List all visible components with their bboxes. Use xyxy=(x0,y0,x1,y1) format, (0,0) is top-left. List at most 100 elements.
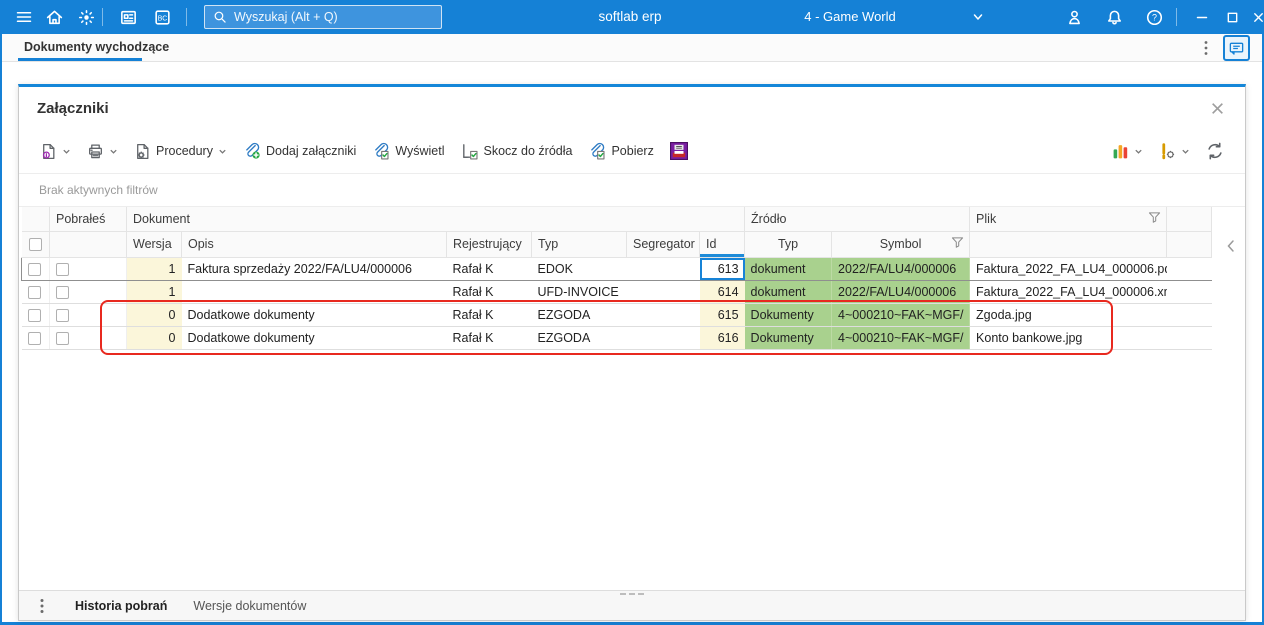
procedures-button[interactable]: Procedury xyxy=(129,139,232,164)
company-chevron-down-icon[interactable] xyxy=(966,5,990,29)
home-icon[interactable] xyxy=(42,5,66,29)
group-header-zrodlo[interactable]: Źródło xyxy=(744,207,971,232)
select-all-header[interactable] xyxy=(21,231,50,258)
group-header-plik[interactable]: Plik xyxy=(969,207,1168,232)
cell-pobrales-checkbox[interactable] xyxy=(49,326,127,350)
cell-plik[interactable]: Faktura_2022_FA_LU4_000006.xml xyxy=(969,280,1167,304)
row-select-checkbox[interactable] xyxy=(27,285,41,299)
pobrales-checkbox[interactable] xyxy=(56,262,69,276)
cell-pobrales-checkbox[interactable] xyxy=(49,303,127,327)
cell-row-select-checkbox[interactable] xyxy=(21,256,50,281)
dialog-close-icon[interactable] xyxy=(1207,98,1227,118)
cell-rejestrujacy[interactable]: Rafał K xyxy=(446,280,532,304)
cell-wersja[interactable]: 1 xyxy=(126,256,182,281)
cell-opis[interactable] xyxy=(181,280,447,304)
row-select-checkbox[interactable] xyxy=(27,331,41,345)
cell-rejestrujacy[interactable]: Rafał K xyxy=(446,303,532,327)
cell-id[interactable]: 615 xyxy=(699,303,745,327)
print-button[interactable] xyxy=(82,139,123,164)
company-selector[interactable]: 4 - Game World xyxy=(740,0,960,34)
cell-opis[interactable]: Dodatkowe dokumenty xyxy=(181,326,447,350)
hamburger-menu-icon[interactable] xyxy=(12,5,36,29)
news-icon[interactable] xyxy=(116,5,140,29)
cell-zrodlo-typ[interactable]: dokument xyxy=(744,280,833,304)
table-row[interactable]: 1 Rafał K UFD-INVOICE 614 dokument 2022/FA/LU… xyxy=(21,280,1212,304)
splitter-drag-handle[interactable] xyxy=(620,593,644,595)
cell-row-select-checkbox[interactable] xyxy=(21,303,50,327)
cell-wersja[interactable]: 0 xyxy=(126,303,182,327)
bottom-kebab-icon[interactable] xyxy=(35,598,49,614)
cell-zrodlo-symbol[interactable]: 4~000210~FAK~MGF/ xyxy=(831,326,971,350)
minimize-button[interactable] xyxy=(1190,5,1214,29)
cell-zrodlo-typ[interactable]: Dokumenty xyxy=(744,303,833,327)
column-zrodlo-typ[interactable]: Typ xyxy=(744,231,833,258)
theme-icon[interactable] xyxy=(74,5,98,29)
tab-historia-pobran[interactable]: Historia pobrań xyxy=(75,599,167,613)
refresh-button[interactable] xyxy=(1201,138,1229,164)
tab-options-kebab-icon[interactable] xyxy=(1198,39,1214,57)
cell-cell-filler[interactable] xyxy=(1166,256,1212,281)
feedback-chat-button[interactable] xyxy=(1223,35,1250,61)
search-input[interactable]: Wyszukaj (Alt + Q) xyxy=(204,5,442,29)
new-document-button[interactable] xyxy=(35,139,76,164)
cell-rejestrujacy[interactable]: Rafał K xyxy=(446,326,532,350)
cell-plik[interactable]: Zgoda.jpg xyxy=(969,303,1167,327)
pobrales-checkbox[interactable] xyxy=(56,331,69,345)
column-typ[interactable]: Typ xyxy=(531,231,627,258)
cell-rejestrujacy[interactable]: Rafał K xyxy=(446,256,532,281)
close-window-button[interactable] xyxy=(1246,5,1264,29)
scan-device-button[interactable] xyxy=(665,138,693,164)
cell-segregator[interactable] xyxy=(626,256,700,281)
chart-view-button[interactable] xyxy=(1107,139,1148,164)
cell-wersja[interactable]: 1 xyxy=(126,280,182,304)
cell-wersja[interactable]: 0 xyxy=(126,326,182,350)
column-opis[interactable]: Opis xyxy=(181,231,447,258)
cell-plik[interactable]: Konto bankowe.jpg xyxy=(969,326,1167,350)
table-row[interactable]: 0 Dodatkowe dokumenty Rafał K EZGODA 616 Doku… xyxy=(21,326,1212,350)
cell-id[interactable]: 613 xyxy=(699,256,745,281)
group-header-dokument[interactable]: Dokument xyxy=(126,207,746,232)
help-icon[interactable]: ? xyxy=(1142,5,1166,29)
cell-opis[interactable]: Faktura sprzedaży 2022/FA/LU4/000006 xyxy=(181,256,447,281)
cell-zrodlo-symbol[interactable]: 2022/FA/LU4/000006 xyxy=(831,256,971,281)
select-all-checkbox[interactable] xyxy=(28,238,42,252)
cell-zrodlo-symbol[interactable]: 4~000210~FAK~MGF/ xyxy=(831,303,971,327)
cell-typ[interactable]: EZGODA xyxy=(531,303,627,327)
pobrales-checkbox[interactable] xyxy=(56,308,69,322)
cell-cell-filler[interactable] xyxy=(1166,326,1212,350)
symbol-filter-icon[interactable] xyxy=(951,237,964,252)
cell-opis[interactable]: Dodatkowe dokumenty xyxy=(181,303,447,327)
table-row[interactable]: 1 Faktura sprzedaży 2022/FA/LU4/000006 Raf… xyxy=(21,256,1212,281)
column-segregator[interactable]: Segregator xyxy=(626,231,700,258)
cell-zrodlo-typ[interactable]: Dokumenty xyxy=(744,326,833,350)
row-select-checkbox[interactable] xyxy=(28,262,41,276)
column-id[interactable]: Id xyxy=(699,231,746,258)
group-header-pobrales[interactable]: Pobrałeś xyxy=(49,207,127,232)
table-row[interactable]: 0 Dodatkowe dokumenty Rafał K EZGODA 615 Doku… xyxy=(21,303,1212,327)
cell-id[interactable]: 614 xyxy=(699,280,745,304)
plik-filter-icon[interactable] xyxy=(1148,211,1161,226)
cell-typ[interactable]: UFD-INVOICE xyxy=(531,280,627,304)
cell-row-select-checkbox[interactable] xyxy=(21,326,50,350)
cell-pobrales-checkbox[interactable] xyxy=(49,280,127,304)
cell-typ[interactable]: EDOK xyxy=(531,256,627,281)
cell-cell-filler[interactable] xyxy=(1166,280,1212,304)
download-button[interactable]: Pobierz xyxy=(583,138,658,164)
column-rejestrujacy[interactable]: Rejestrujący xyxy=(446,231,532,258)
pobrales-checkbox[interactable] xyxy=(56,285,69,299)
row-select-checkbox[interactable] xyxy=(27,308,41,322)
column-zrodlo-symbol[interactable]: Symbol xyxy=(831,231,971,258)
view-button[interactable]: Wyświetl xyxy=(367,138,449,164)
configuration-button[interactable] xyxy=(1154,139,1195,164)
cell-zrodlo-symbol[interactable]: 2022/FA/LU4/000006 xyxy=(831,280,971,304)
cell-id[interactable]: 616 xyxy=(699,326,745,350)
notifications-bell-icon[interactable] xyxy=(1102,5,1126,29)
jump-to-source-button[interactable]: Skocz do źródła xyxy=(456,138,578,164)
maximize-button[interactable] xyxy=(1220,5,1244,29)
cell-segregator[interactable] xyxy=(626,280,700,304)
cell-row-select-checkbox[interactable] xyxy=(21,280,50,304)
column-wersja[interactable]: Wersja xyxy=(126,231,182,258)
cell-plik[interactable]: Faktura_2022_FA_LU4_000006.pdf xyxy=(969,256,1167,281)
cell-pobrales-checkbox[interactable] xyxy=(49,256,127,281)
cell-cell-filler[interactable] xyxy=(1166,303,1212,327)
